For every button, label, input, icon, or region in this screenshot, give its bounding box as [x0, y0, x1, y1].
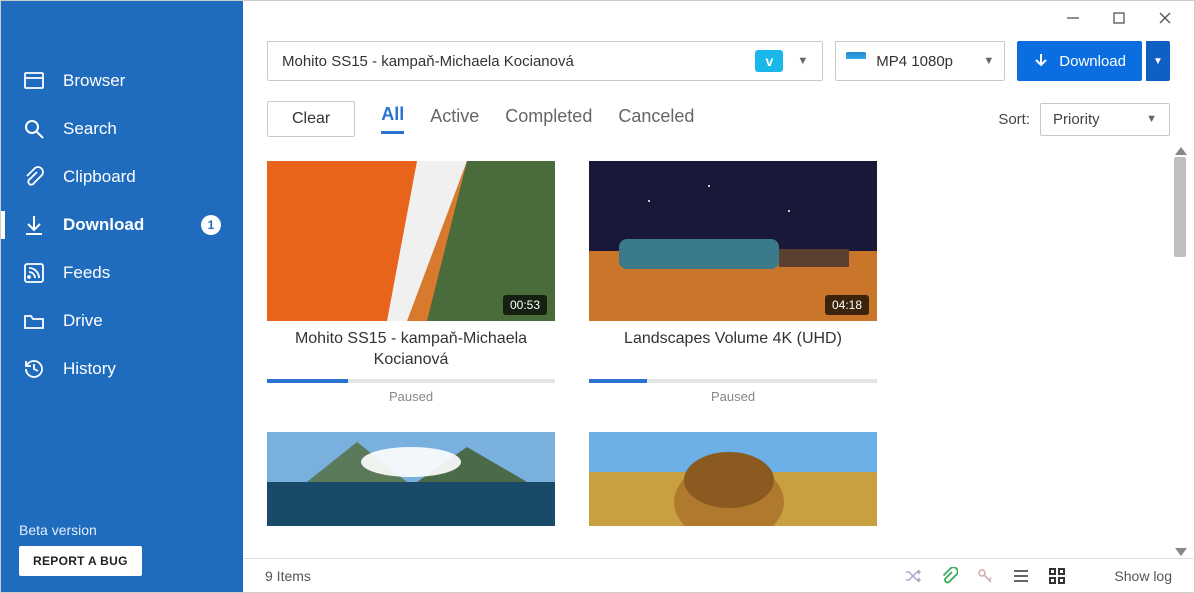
sidebar-item-label: History [63, 359, 116, 379]
video-thumbnail [267, 432, 555, 526]
sidebar-item-clipboard[interactable]: Clipboard [1, 153, 243, 201]
download-card[interactable]: 00:53 Mohito SS15 - kampaň-Michaela Koci… [267, 161, 555, 404]
download-card[interactable] [267, 432, 555, 526]
sidebar-item-browser[interactable]: Browser [1, 57, 243, 105]
sort-label: Sort: [998, 111, 1030, 128]
rss-icon [23, 262, 45, 284]
duration-badge: 00:53 [503, 295, 547, 315]
clear-button[interactable]: Clear [267, 101, 355, 137]
chevron-down-icon: ▼ [983, 55, 994, 67]
chevron-down-icon: ▼ [1146, 113, 1157, 125]
video-thumbnail: 04:18 [589, 161, 877, 321]
sort-select[interactable]: Priority ▼ [1040, 103, 1170, 136]
scroll-thumb[interactable] [1174, 157, 1186, 257]
provider-vimeo-icon: v [755, 50, 783, 72]
scroll-down-icon[interactable] [1175, 548, 1187, 556]
sidebar-item-download[interactable]: Download 1 [1, 201, 243, 249]
main-content: Mohito SS15 - kampaň-Michaela Kocianová … [243, 1, 1194, 592]
sidebar-item-label: Search [63, 119, 117, 139]
sidebar-item-label: Drive [63, 311, 103, 331]
tab-active[interactable]: Active [430, 106, 479, 133]
sort-value: Priority [1053, 111, 1100, 128]
video-thumbnail [589, 432, 877, 526]
download-button-label: Download [1059, 53, 1126, 70]
sidebar-item-label: Browser [63, 71, 125, 91]
status-label: Paused [589, 389, 877, 404]
folder-icon [23, 310, 45, 332]
download-card[interactable] [589, 432, 877, 526]
scroll-up-icon[interactable] [1175, 147, 1187, 155]
sidebar-item-label: Clipboard [63, 167, 136, 187]
sidebar-item-label: Feeds [63, 263, 110, 283]
item-count: 9 Items [265, 568, 311, 584]
sidebar-item-history[interactable]: History [1, 345, 243, 393]
chevron-down-icon[interactable]: ▼ [797, 55, 808, 67]
window-controls [243, 1, 1194, 35]
maximize-icon[interactable] [1112, 11, 1126, 25]
status-bar: 9 Items Show log [243, 558, 1194, 592]
status-label: Paused [267, 389, 555, 404]
duration-badge: 04:18 [825, 295, 869, 315]
progress-bar [589, 379, 877, 383]
list-view-icon[interactable] [1012, 567, 1030, 585]
search-icon [23, 118, 45, 140]
download-card[interactable]: 04:18 Landscapes Volume 4K (UHD) Paused [589, 161, 877, 404]
format-value: MP4 1080p [876, 53, 953, 70]
video-thumbnail: 00:53 [267, 161, 555, 321]
show-log-link[interactable]: Show log [1114, 568, 1172, 584]
grid-view-icon[interactable] [1048, 567, 1066, 585]
download-icon [23, 214, 45, 236]
sidebar-item-search[interactable]: Search [1, 105, 243, 153]
report-bug-button[interactable]: REPORT A BUG [19, 546, 142, 576]
url-value: Mohito SS15 - kampaň-Michaela Kocianová [282, 53, 574, 70]
progress-bar [267, 379, 555, 383]
close-icon[interactable] [1158, 11, 1172, 25]
sidebar-nav: Browser Search Clipboard Download 1 Feed… [1, 43, 243, 512]
beta-label: Beta version [19, 522, 225, 538]
download-split-button[interactable]: ▼ [1146, 41, 1170, 81]
minimize-icon[interactable] [1066, 11, 1080, 25]
sidebar: Browser Search Clipboard Download 1 Feed… [1, 1, 243, 592]
download-count-badge: 1 [201, 215, 221, 235]
browser-icon [23, 70, 45, 92]
scrollbar[interactable] [1174, 149, 1188, 550]
sidebar-item-drive[interactable]: Drive [1, 297, 243, 345]
clapper-icon [846, 52, 866, 70]
sidebar-item-feeds[interactable]: Feeds [1, 249, 243, 297]
paperclip-icon [23, 166, 45, 188]
paperclip-icon[interactable] [940, 567, 958, 585]
sidebar-item-label: Download [63, 215, 144, 235]
key-icon[interactable] [976, 567, 994, 585]
download-button[interactable]: Download [1017, 41, 1142, 81]
history-icon [23, 358, 45, 380]
url-input[interactable]: Mohito SS15 - kampaň-Michaela Kocianová … [267, 41, 823, 81]
download-icon [1033, 53, 1049, 69]
tab-completed[interactable]: Completed [505, 106, 592, 133]
card-title: Landscapes Volume 4K (UHD) [589, 329, 877, 371]
format-select[interactable]: MP4 1080p ▼ [835, 41, 1005, 81]
card-title: Mohito SS15 - kampaň-Michaela Kocianová [267, 329, 555, 371]
shuffle-icon[interactable] [904, 567, 922, 585]
tab-canceled[interactable]: Canceled [618, 106, 694, 133]
tab-all[interactable]: All [381, 104, 404, 134]
